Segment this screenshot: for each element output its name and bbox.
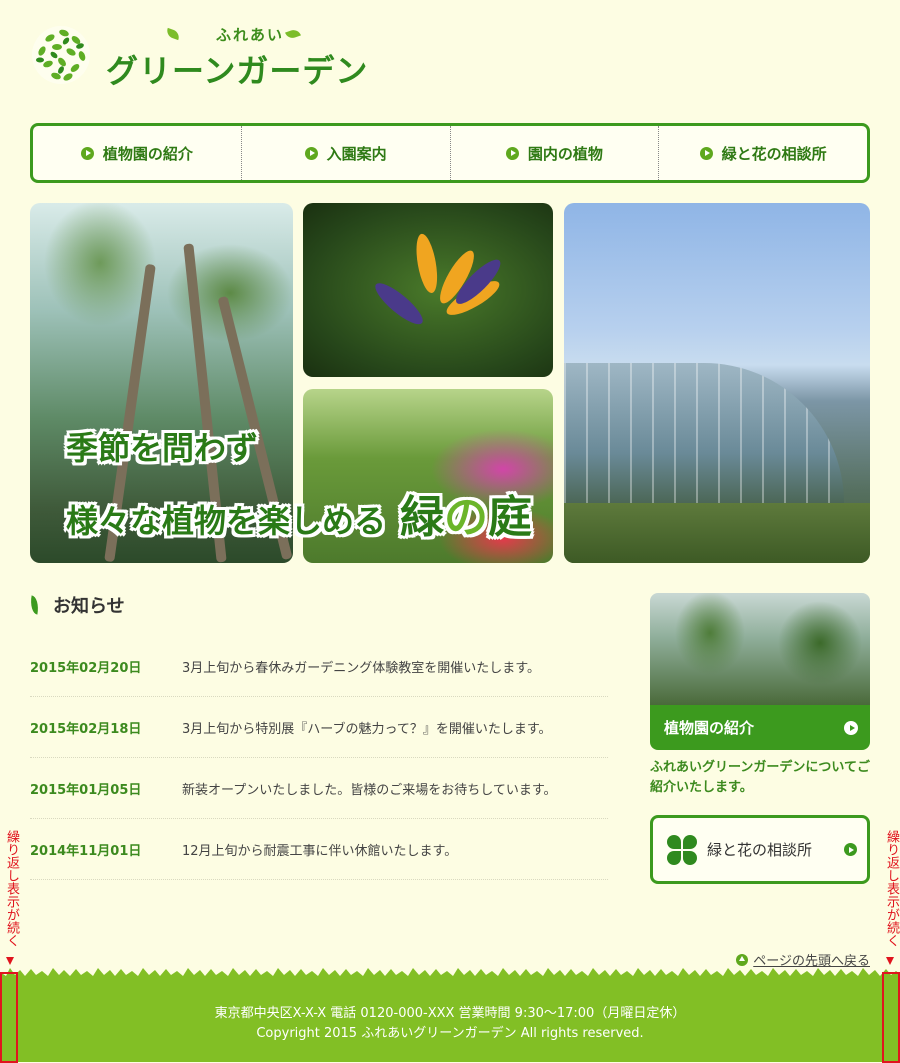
arrow-down-icon — [886, 957, 894, 965]
news-text: 12月上旬から耐震工事に伴い休館いたします。 — [182, 843, 458, 859]
repeat-marker-left — [0, 972, 18, 1063]
news-text: 3月上旬から特別展『ハーブの魅力って？』を開催いたします。 — [182, 721, 552, 737]
news-date: 2015年01月05日 — [30, 782, 142, 798]
arrow-right-icon — [844, 843, 857, 856]
nav-item-plants[interactable]: 園内の植物 — [449, 126, 659, 180]
news-title: お知らせ — [53, 596, 125, 617]
intro-banner-bar: 植物園の紹介 — [650, 705, 870, 750]
hero-headline-1: 季節を問わず — [66, 429, 259, 467]
arrow-right-icon — [699, 146, 713, 160]
repeat-annotation-left: 繰り返し表示が続く — [4, 830, 19, 947]
global-nav: 植物園の紹介 入園案内 園内の植物 緑と花の相談所 — [30, 123, 870, 183]
arrow-right-icon — [80, 146, 94, 160]
glass-conservatory-photo — [564, 203, 870, 563]
hero-banner: 季節を問わず 様々な植物を楽しめる 緑の庭 — [30, 203, 870, 563]
nav-label: 緑と花の相談所 — [721, 144, 827, 163]
logo-subtitle: ふれあい — [216, 26, 285, 44]
clover-icon — [667, 834, 697, 865]
news-text: 新装オープンいたしました。皆様のご来場をお待ちしています。 — [182, 782, 557, 798]
intro-description: ふれあいグリーンガーデンについてご紹介いたします。 — [650, 760, 870, 795]
news-heading: お知らせ — [28, 592, 125, 618]
arrow-right-icon — [505, 146, 519, 160]
site-footer: 東京都中央区X-X-X 電話 0120-000-XXX 営業時間 9:30～17… — [0, 979, 900, 1062]
nav-item-consult[interactable]: 緑と花の相談所 — [658, 126, 867, 180]
site-logo[interactable]: ふれあい グリーンガーデン — [30, 22, 370, 92]
arrow-right-icon — [304, 146, 318, 160]
leaf-icon — [285, 27, 301, 41]
news-date: 2015年02月18日 — [30, 721, 142, 737]
intro-banner-label: 植物園の紹介 — [664, 719, 755, 737]
footer-copyright: Copyright 2015 ふれあいグリーンガーデン All rights r… — [256, 1026, 644, 1041]
footer-address: 東京都中央区X-X-X 電話 0120-000-XXX 営業時間 9:30～17… — [214, 1006, 686, 1021]
hero-big-3: 庭 — [488, 492, 533, 543]
news-date: 2015年02月20日 — [30, 660, 142, 676]
bird-of-paradise-photo — [303, 203, 553, 377]
consult-button[interactable]: 緑と花の相談所 — [650, 815, 870, 884]
hero-big-1: 緑 — [400, 492, 445, 543]
news-date: 2014年11月01日 — [30, 843, 142, 859]
nav-item-intro[interactable]: 植物園の紹介 — [33, 126, 241, 180]
news-item: 2015年02月18日 3月上旬から特別展『ハーブの魅力って？』を開催いたします… — [30, 697, 608, 758]
arrow-down-icon — [6, 957, 14, 965]
nav-label: 植物園の紹介 — [102, 144, 193, 163]
news-item: 2014年11月01日 12月上旬から耐震工事に伴い休館いたします。 — [30, 819, 608, 880]
leaf-icon — [28, 595, 41, 615]
news-text: 3月上旬から春休みガーデニング体験教室を開催いたします。 — [182, 660, 540, 676]
flower-shape — [363, 232, 506, 353]
repeat-annotation-right: 繰り返し表示が続く — [884, 830, 899, 947]
news-item: 2015年02月20日 3月上旬から春休みガーデニング体験教室を開催いたします。 — [30, 636, 608, 697]
nav-label: 入園案内 — [326, 144, 387, 163]
arrow-right-icon — [844, 720, 858, 735]
repeat-marker-right — [882, 972, 900, 1063]
grass-border — [0, 968, 900, 980]
arrow-up-icon — [736, 953, 749, 966]
intro-banner[interactable]: 植物園の紹介 — [650, 593, 870, 750]
nav-label: 園内の植物 — [527, 144, 603, 163]
leaf-tree-icon — [32, 26, 90, 84]
leaf-icon — [165, 27, 181, 41]
hero-headline-2-text: 様々な植物を楽しめる — [66, 502, 387, 540]
hero-big-2: の — [444, 492, 489, 543]
consult-label: 緑と花の相談所 — [707, 841, 813, 859]
news-list: 2015年02月20日 3月上旬から春休みガーデニング体験教室を開催いたします。… — [30, 636, 608, 880]
tropical-greenhouse-photo — [650, 593, 870, 705]
news-item: 2015年01月05日 新装オープンいたしました。皆様のご来場をお待ちしています… — [30, 758, 608, 819]
logo-title: グリーンガーデン — [106, 52, 369, 90]
nav-item-admission[interactable]: 入園案内 — [240, 126, 450, 180]
hero-headline-2: 様々な植物を楽しめる 緑の庭 — [66, 481, 532, 545]
